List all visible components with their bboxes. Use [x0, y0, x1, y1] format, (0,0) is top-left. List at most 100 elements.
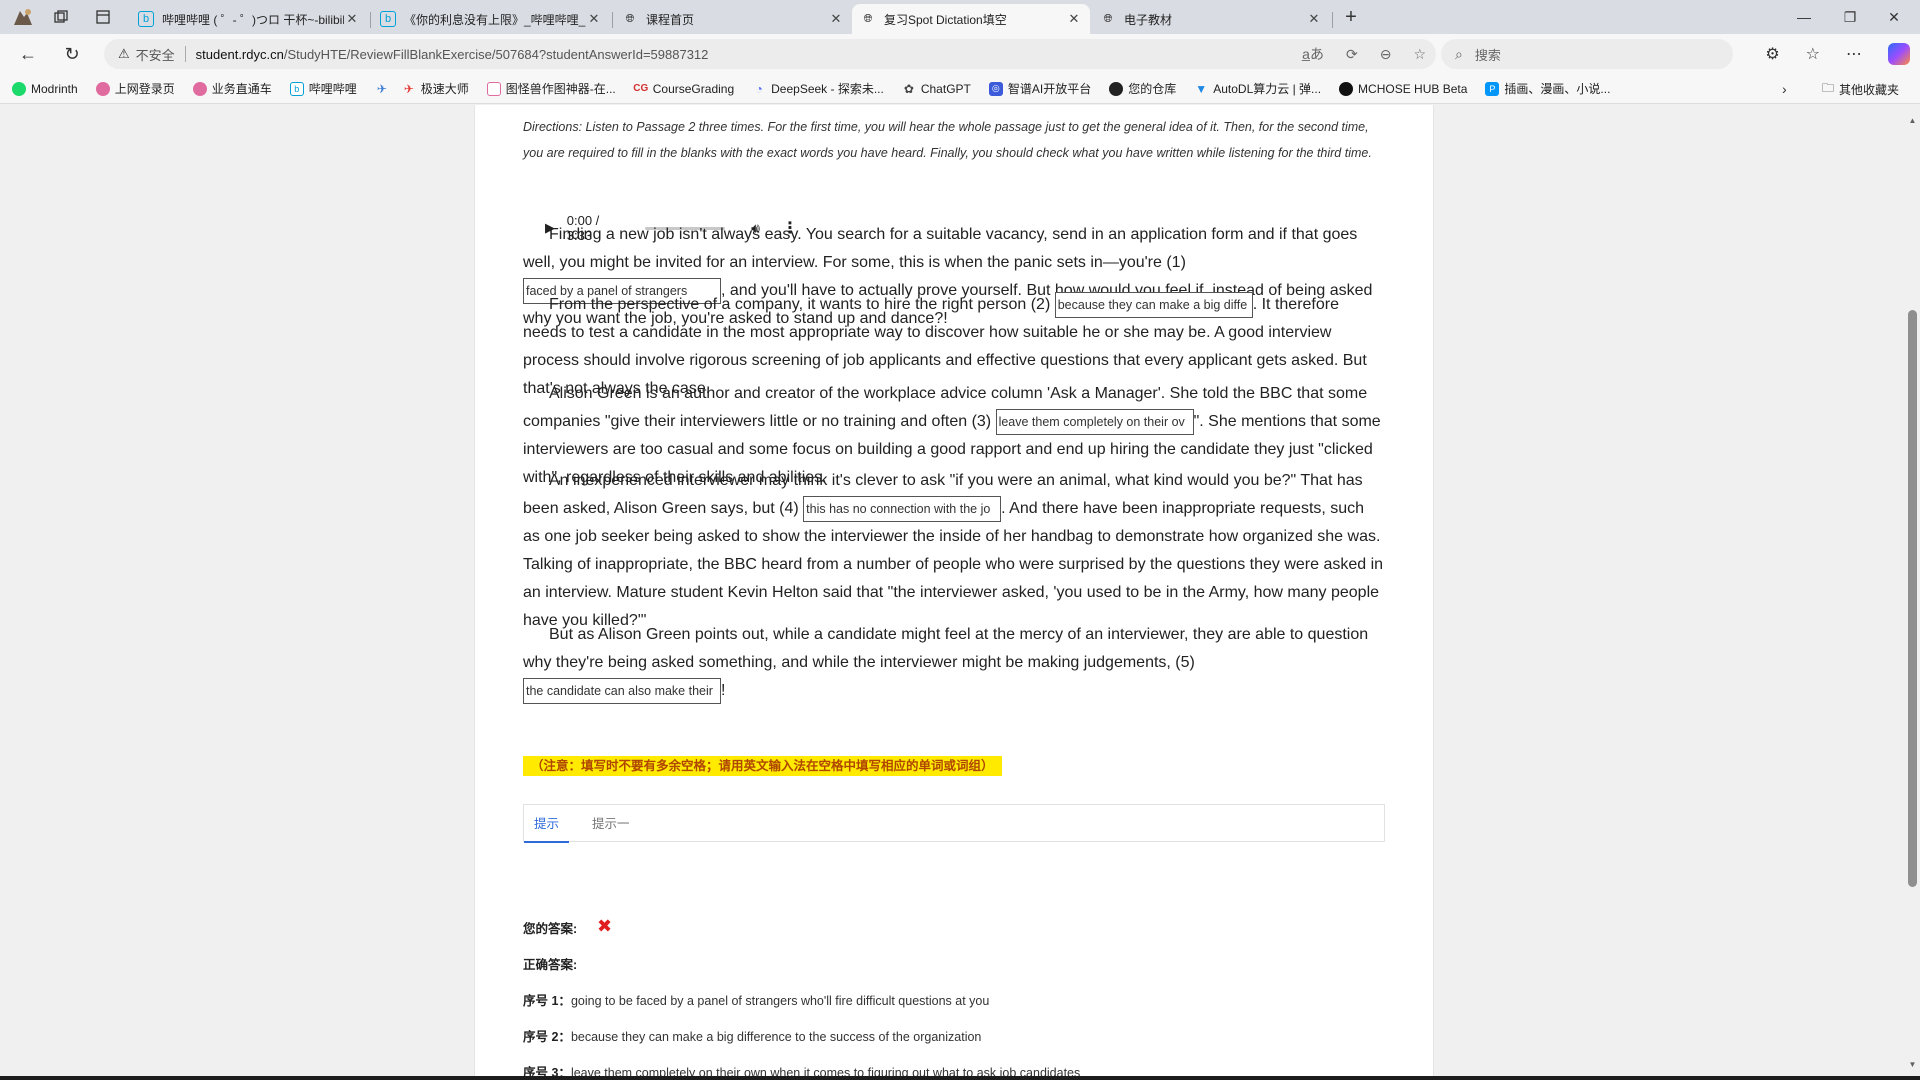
chatgpt-icon: ✿ [903, 81, 914, 96]
answer-text: because they can make a big difference t… [570, 1030, 982, 1044]
more-tools-icon[interactable]: ⊖ [1380, 46, 1392, 63]
back-button[interactable]: ← [14, 40, 42, 68]
bookmark-tuguaishou[interactable]: 图怪兽作图神器-在... [486, 80, 616, 97]
reload-button[interactable]: ↻ [58, 40, 86, 68]
bookmark-mchose[interactable]: MCHOSE HUB Beta [1339, 81, 1467, 96]
scroll-thumb[interactable] [1908, 310, 1917, 887]
tab-bilibili-home[interactable]: b 哔哩哔哩 ( ゜- ゜)つロ 干杯~-bilibili ✕ [130, 4, 368, 34]
bookmark-label: 插画、漫画、小说... [1504, 82, 1611, 96]
more-menu-icon[interactable]: ⋯ [1846, 44, 1862, 64]
scroll-down-arrow-icon[interactable]: ▼ [1908, 1060, 1917, 1069]
workspaces-icon [54, 10, 68, 23]
tab-divider [612, 12, 613, 28]
favorite-star-icon[interactable]: ☆ [1413, 46, 1426, 63]
paragraph-text: ! [721, 682, 726, 699]
tab-title: 哔哩哔哩 ( ゜- ゜)つロ 干杯~-bilibili [162, 12, 344, 27]
bilibili-icon: b [289, 81, 304, 96]
workspaces-button[interactable] [48, 0, 74, 34]
tab-bilibili-video[interactable]: b 《你的利息没有上限》_哔哩哔哩_bilibili ✕ [372, 4, 610, 34]
restore-button[interactable]: ❐ [1832, 0, 1868, 34]
folder-icon: 🗀 [1822, 80, 1835, 95]
tab-hint-one[interactable]: 提示一 [582, 805, 640, 843]
tab-close-icon[interactable]: ✕ [1306, 11, 1322, 27]
avatar-icon [192, 81, 207, 96]
search-input[interactable]: ⌕ 搜索 [1441, 39, 1733, 69]
refresh-icon[interactable]: ⟳ [1346, 46, 1358, 63]
blank-input-2[interactable]: because they can make a big diffe [1054, 291, 1253, 318]
blank-input-3[interactable]: leave them completely on their ov [995, 408, 1194, 435]
insecure-label: 不安全 [135, 47, 175, 63]
tab-close-icon[interactable]: ✕ [344, 11, 360, 27]
bookmark-label: 业务直通车 [211, 82, 272, 96]
plus-icon: + [1345, 5, 1357, 28]
tab-close-icon[interactable]: ✕ [828, 11, 844, 27]
tab-close-icon[interactable]: ✕ [1066, 11, 1082, 27]
tab-title: 课程首页 [646, 12, 695, 27]
tab-hint[interactable]: 提示 [524, 805, 570, 843]
address-bar-actions: a̲あ ⟳ ⊖ ☆ [1302, 39, 1426, 69]
bookmark-label: DeepSeek - 探索未... [771, 82, 884, 96]
bookmarks-overflow-chevron-icon[interactable]: › [1782, 74, 1787, 104]
bookmark-label: CourseGrading [652, 81, 735, 96]
bookmark-bilibili[interactable]: b 哔哩哔哩 [289, 80, 357, 97]
bookmark-business[interactable]: 业务直通车 [192, 80, 272, 97]
modrinth-icon [12, 81, 26, 96]
globe-icon: 🌐︎ [863, 12, 873, 25]
bookmark-coursegrading[interactable]: CG CourseGrading [633, 81, 735, 96]
answer-text: going to be faced by a panel of stranger… [570, 994, 990, 1008]
paragraph-5: But as Alison Green points out, while a … [523, 621, 1385, 705]
bookmark-github-repos[interactable]: 您的仓库 [1109, 80, 1176, 97]
correct-answer-row: 序号 3：leave them completely on their own … [523, 1062, 1080, 1076]
rocket-icon: ✈ [403, 81, 414, 96]
correct-answer-row: 序号 1：going to be faced by a panel of str… [523, 990, 989, 1009]
coursegrading-icon: CG [633, 83, 649, 94]
bookmark-zhipu[interactable]: ◎ 智谱AI开放平台 [988, 80, 1091, 97]
profile-avatar[interactable] [8, 0, 38, 34]
bookmark-label: ChatGPT [920, 81, 971, 96]
paragraph-text: From the perspective of a company, it wa… [549, 296, 1055, 313]
bookmark-label: 哔哩哔哩 [308, 82, 357, 96]
bookmark-pixiv[interactable]: P 插画、漫画、小说... [1485, 80, 1610, 97]
address-bar[interactable]: ⚠ 不安全 student.rdyc.cn /StudyHTE/ReviewFi… [104, 39, 1436, 69]
wrong-cross-icon: ✖ [597, 916, 613, 936]
scroll-up-arrow-icon[interactable]: ▲ [1908, 116, 1917, 125]
blank-input-5[interactable]: the candidate can also make their [523, 677, 721, 704]
bookmark-chatgpt[interactable]: ✿ ChatGPT [902, 82, 971, 96]
tab-divider [370, 12, 371, 28]
other-bookmarks-folder[interactable]: 🗀 其他收藏夹 [1822, 74, 1899, 104]
answer-text: leave them completely on their own when … [570, 1066, 1081, 1076]
taskbar-edge [0, 1076, 1920, 1080]
minimize-button[interactable]: — [1786, 0, 1822, 34]
answer-number: 序号 3： [523, 1066, 571, 1076]
directions-text: Directions: Listen to Passage 2 three ti… [523, 120, 1372, 160]
reload-icon: ↻ [64, 43, 80, 64]
bookmark-modrinth[interactable]: Modrinth [12, 81, 78, 96]
new-tab-button[interactable]: + [1338, 4, 1364, 30]
bookmark-jisu-master[interactable]: ✈ 极速大师 [402, 80, 469, 97]
tab-e-textbook[interactable]: 🌐︎ 电子教材 ✕ [1092, 4, 1330, 34]
avatar-icon [95, 81, 110, 96]
paragraph-text: Finding a new job isn't always easy. You… [523, 226, 1358, 271]
page-viewport: Directions: Listen to Passage 2 three ti… [0, 105, 1905, 1076]
back-arrow-icon: ← [19, 43, 37, 64]
tab-close-icon[interactable]: ✕ [586, 11, 602, 27]
tab-spot-dictation[interactable]: 🌐︎ 复习Spot Dictation填空 ✕ [852, 4, 1090, 34]
profile-avatar-icon [14, 9, 32, 25]
close-window-button[interactable]: ✕ [1874, 0, 1914, 34]
vertical-tabs-button[interactable] [90, 0, 116, 34]
extensions-icon[interactable]: ⚙ [1765, 44, 1779, 64]
bookmark-label: 您的仓库 [1128, 82, 1177, 96]
bookmark-label: AutoDL算力云 | 弹... [1213, 82, 1322, 96]
copilot-icon[interactable] [1888, 43, 1910, 65]
bookmark-pin[interactable]: ✈ [375, 82, 394, 96]
paragraph-4: An inexperienced interviewer may think i… [523, 467, 1385, 635]
bookmark-autodl[interactable]: ▼ AutoDL算力云 | 弹... [1194, 80, 1321, 97]
page-scrollbar[interactable]: ▲ ▼ [1905, 105, 1920, 1076]
blank-input-4[interactable]: this has no connection with the jo [803, 495, 1002, 522]
tab-course-home[interactable]: 🌐︎ 课程首页 ✕ [614, 4, 852, 34]
bookmark-login-page[interactable]: 上网登录页 [95, 80, 175, 97]
favorites-icon[interactable]: ☆ [1806, 44, 1820, 64]
translate-icon[interactable]: a̲あ [1302, 44, 1324, 64]
pin-icon: ✈ [376, 81, 387, 96]
bookmark-deepseek[interactable]: ◔ DeepSeek - 探索未... [752, 80, 884, 97]
